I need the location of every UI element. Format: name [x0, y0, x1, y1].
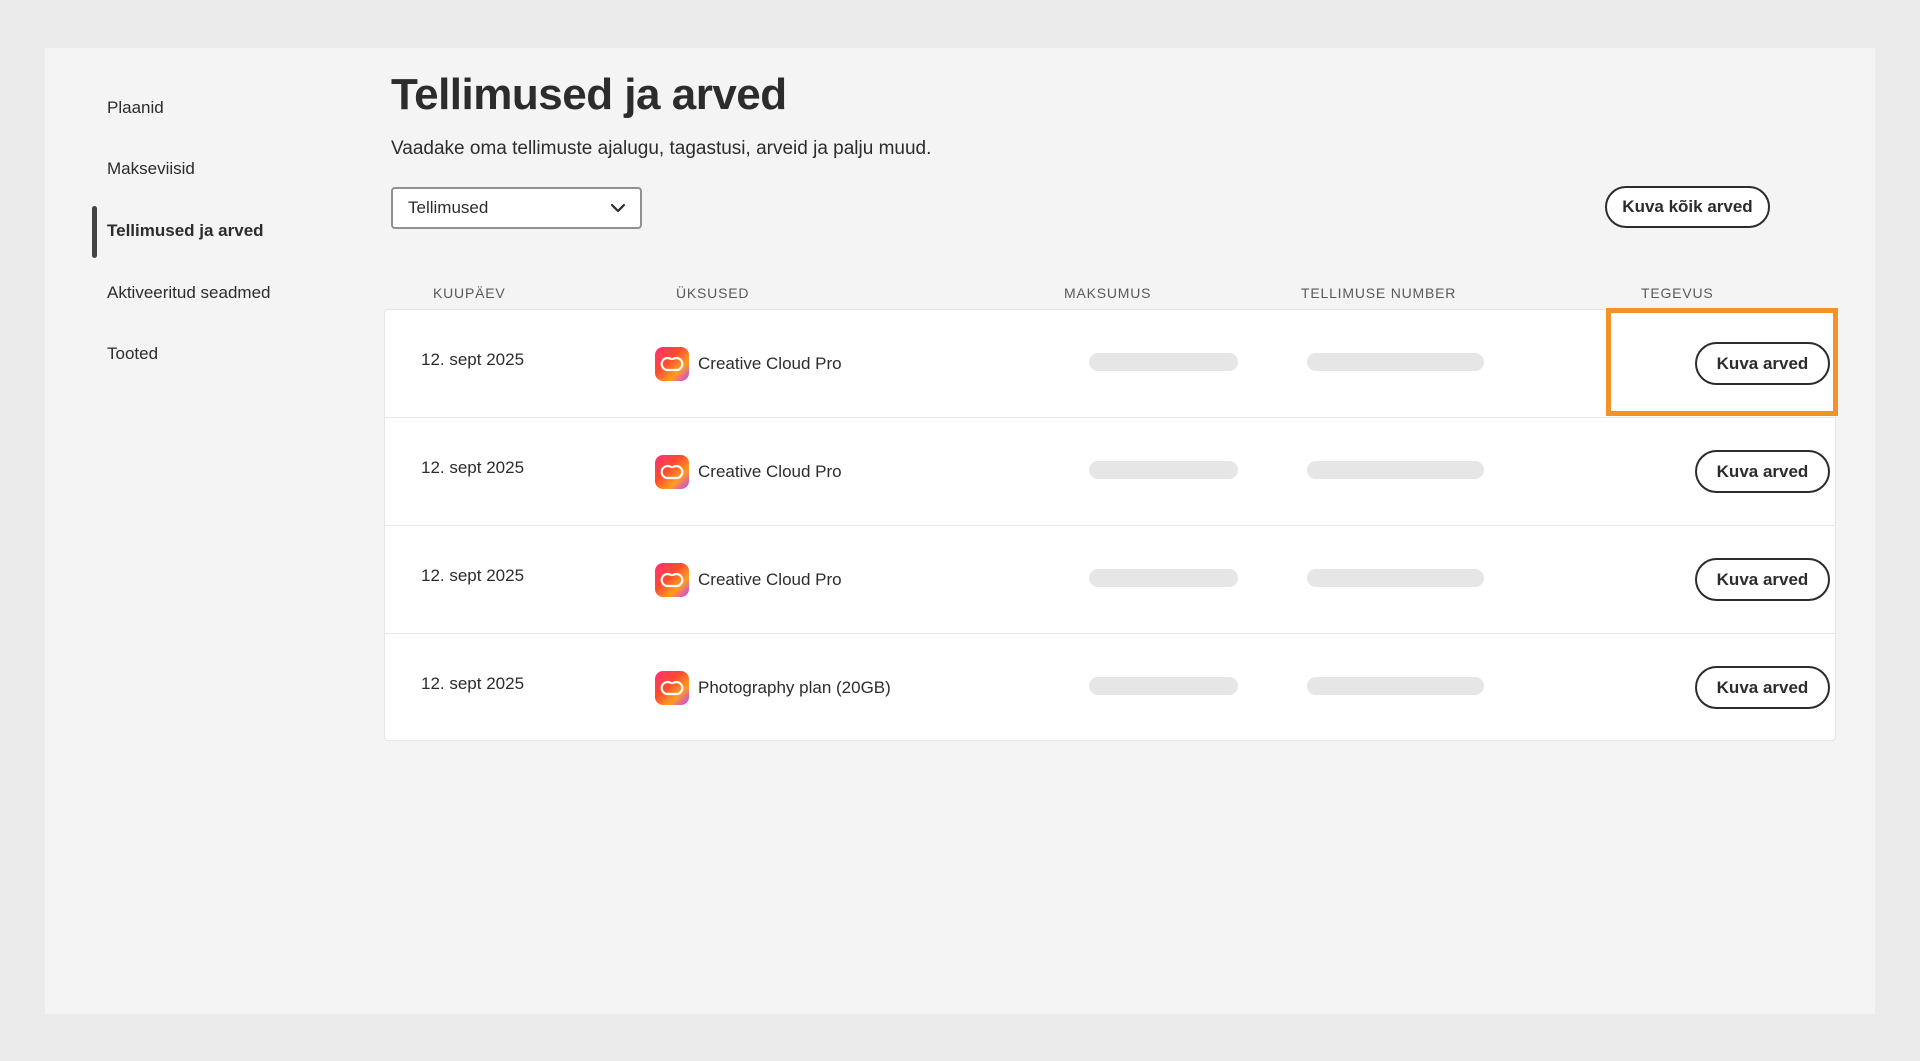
creative-cloud-icon	[655, 563, 689, 597]
view-invoices-button[interactable]: Kuva arved	[1695, 558, 1830, 601]
redacted-order-number	[1307, 353, 1484, 371]
sidebar-item-products[interactable]: Tooted	[107, 344, 158, 364]
sidebar-item-plans[interactable]: Plaanid	[107, 98, 164, 118]
redacted-order-number	[1307, 461, 1484, 479]
column-header-items: ÜKSUSED	[676, 285, 750, 301]
sidebar-item-activated-devices[interactable]: Aktiveeritud seadmed	[107, 283, 270, 303]
redacted-cost	[1089, 461, 1238, 479]
table-row: 12. sept 2025 Creative Cloud Pro Kuva ar…	[385, 526, 1835, 634]
redacted-order-number	[1307, 569, 1484, 587]
redacted-order-number	[1307, 677, 1484, 695]
column-header-order-number: TELLIMUSE NUMBER	[1301, 285, 1457, 301]
column-header-date: KUUPÄEV	[433, 285, 506, 301]
order-item: Photography plan (20GB)	[698, 678, 891, 697]
column-header-action: TEGEVUS	[1641, 285, 1714, 301]
chevron-down-icon	[610, 203, 626, 213]
view-all-invoices-button[interactable]: Kuva kõik arved	[1605, 186, 1770, 228]
orders-table: 12. sept 2025 Creative Cloud Pro Kuva ar…	[384, 309, 1836, 741]
order-item: Creative Cloud Pro	[698, 570, 842, 589]
view-invoices-button[interactable]: Kuva arved	[1695, 450, 1830, 493]
view-invoices-button[interactable]: Kuva arved	[1695, 342, 1830, 385]
sidebar-item-payment-methods[interactable]: Makseviisid	[107, 159, 195, 179]
order-type-dropdown[interactable]: Tellimused	[391, 187, 642, 229]
view-invoices-button[interactable]: Kuva arved	[1695, 666, 1830, 709]
redacted-cost	[1089, 353, 1238, 371]
order-date: 12. sept 2025	[421, 458, 525, 477]
creative-cloud-icon	[655, 455, 689, 489]
table-row: 12. sept 2025 Creative Cloud Pro Kuva ar…	[385, 418, 1835, 526]
column-header-cost: MAKSUMUS	[1064, 285, 1152, 301]
page-title: Tellimused ja arved	[391, 70, 787, 119]
redacted-cost	[1089, 677, 1238, 695]
page-subtitle: Vaadake oma tellimuste ajalugu, tagastus…	[391, 138, 932, 159]
order-date: 12. sept 2025	[421, 566, 525, 585]
sidebar-item-orders-invoices[interactable]: Tellimused ja arved	[107, 221, 264, 241]
account-panel: Plaanid Makseviisid Tellimused ja arved …	[45, 48, 1875, 1014]
table-row: 12. sept 2025 Creative Cloud Pro Kuva ar…	[385, 310, 1835, 418]
order-date: 12. sept 2025	[421, 350, 525, 369]
order-item: Creative Cloud Pro	[698, 354, 842, 373]
order-item: Creative Cloud Pro	[698, 462, 842, 481]
creative-cloud-icon	[655, 671, 689, 705]
active-nav-indicator	[92, 206, 97, 258]
table-row: 12. sept 2025 Photography plan (20GB) Ku…	[385, 634, 1835, 742]
dropdown-selected-value: Tellimused	[408, 198, 489, 217]
redacted-cost	[1089, 569, 1238, 587]
creative-cloud-icon	[655, 347, 689, 381]
order-date: 12. sept 2025	[421, 674, 525, 693]
